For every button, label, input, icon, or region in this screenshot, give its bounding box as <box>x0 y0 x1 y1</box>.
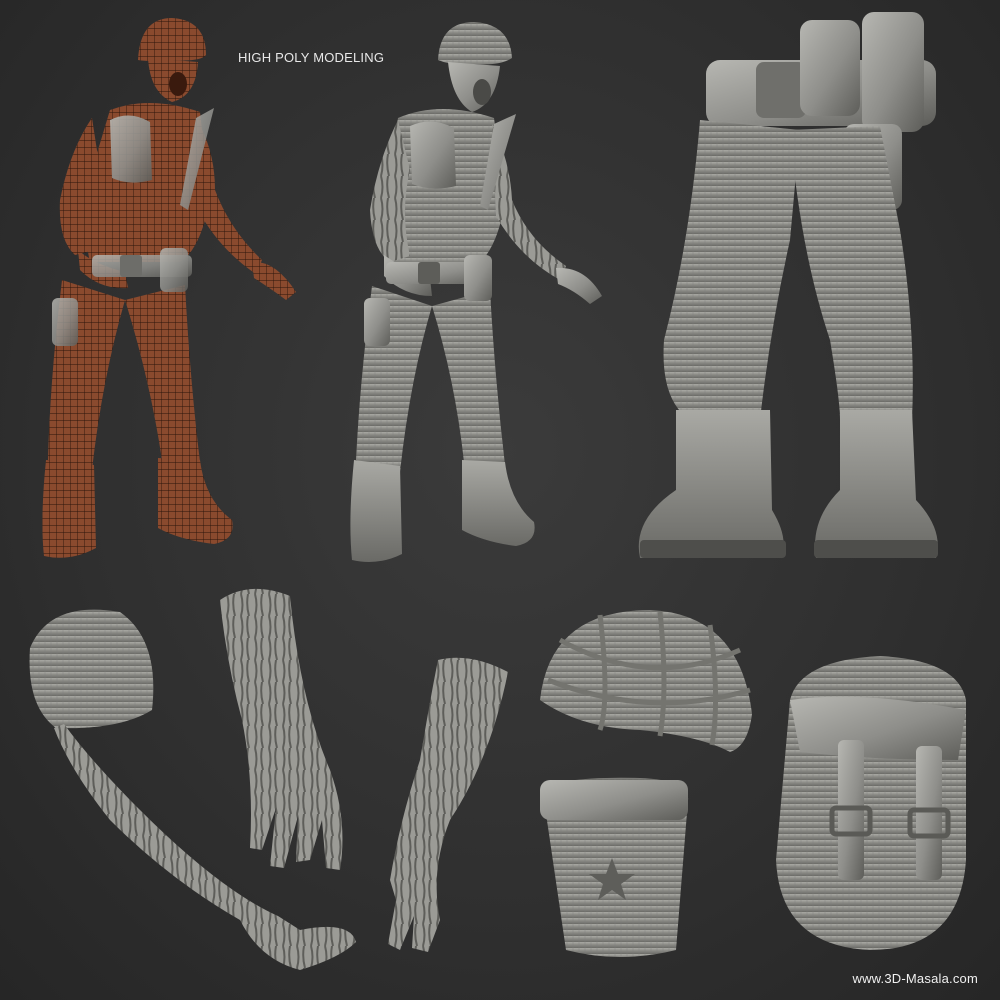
sculpt-zombie-soldier <box>350 22 602 562</box>
hand-detail <box>220 588 343 870</box>
backpack-detail <box>776 656 966 950</box>
helmet-with-net-detail <box>540 610 752 752</box>
watermark-text: www.3D-Masala.com <box>852 971 978 986</box>
pouch-with-star-detail <box>540 777 689 957</box>
page-title: HIGH POLY MODELING <box>238 50 385 65</box>
render-canvas <box>29 12 966 970</box>
forearm-detail <box>388 657 508 952</box>
wireframe-zombie-soldier <box>42 18 296 558</box>
legs-and-boots-detail <box>638 12 938 558</box>
